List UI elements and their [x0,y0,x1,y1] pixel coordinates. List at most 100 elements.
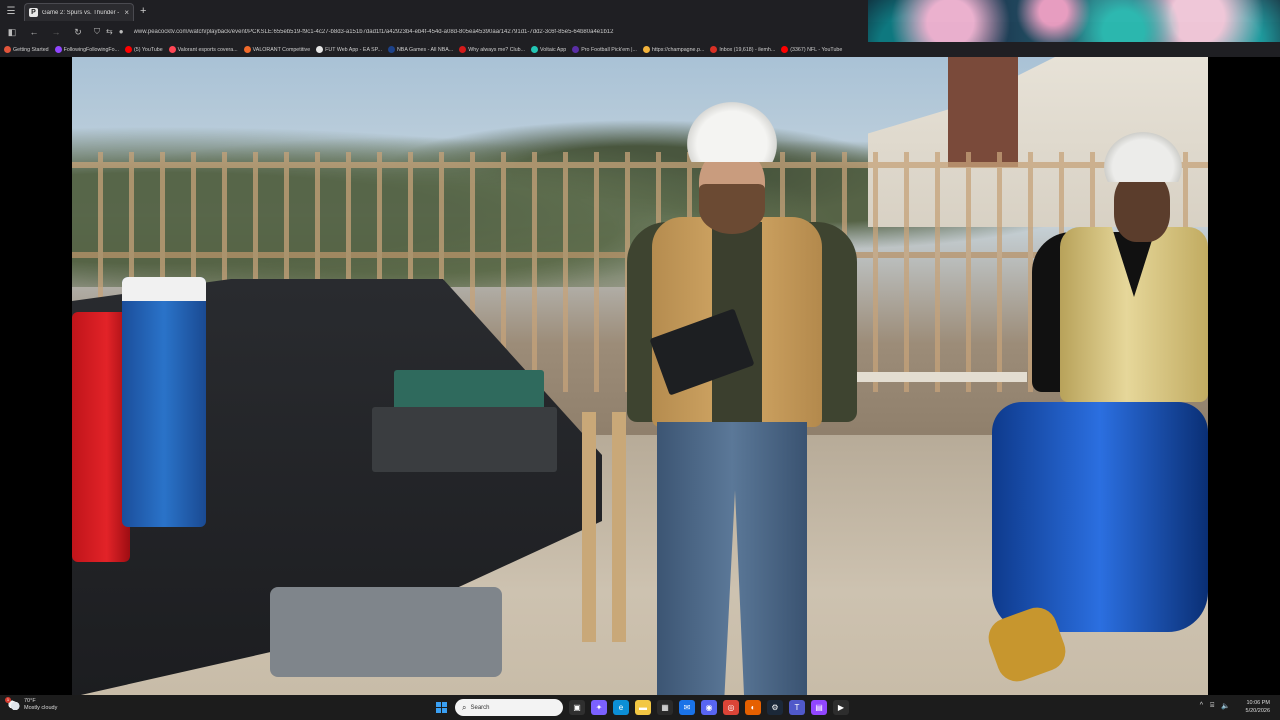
worker-with-clipboard [627,102,857,695]
water-cooler [122,277,206,527]
dancer-face [1114,172,1170,242]
bookmark-item[interactable]: Pro Football Pick'em |... [572,46,637,53]
clock-date: 5/20/2026 [1245,708,1270,714]
bookmark-favicon-icon [243,46,251,53]
pinned-apps: ▣ ✦ e ▬ ▦ ✉ ◉ ◎ ◐ ⚙ T ▤ ▶ [569,700,849,715]
steam-icon[interactable]: ⚙ [767,700,783,715]
clock-time: 10:06 PM [1246,700,1270,706]
shield-icon[interactable]: ⛉ [94,27,100,37]
worker-jeans [657,422,807,695]
bookmark-item[interactable]: Inbox (19,618) - ilemh... [710,46,775,53]
bookmark-favicon-icon [125,46,132,53]
tab-title: Game 2: Spurs vs. Thunder - Pe [42,9,121,16]
back-button[interactable]: ← [28,27,40,37]
task-view-icon[interactable]: ▣ [569,700,585,715]
dancing-worker [982,132,1208,695]
bookmark-favicon-icon [4,46,11,53]
mail-icon[interactable]: ✉ [679,700,695,715]
worker-beard [699,184,765,234]
tray-chevron-icon[interactable]: ^ [1200,702,1203,710]
weather-temperature: 70°F [24,698,36,704]
tool-case [270,587,502,677]
dancer-hard-hat [1104,132,1182,182]
video-player[interactable] [72,57,1208,695]
screen: ☰ P Game 2: Spurs vs. Thunder - Pe × + ◧… [0,0,1280,720]
bookmark-label: VALORANT Competitive [252,46,311,53]
store-icon[interactable]: ▦ [657,700,673,715]
volume-icon[interactable]: 🔈 [1221,702,1230,710]
bookmark-item[interactable]: VALORANT Competitive [243,46,311,53]
bookmark-item[interactable]: FollowingFollowingFo... [54,46,119,53]
bookmark-label: Voltaic App [540,46,567,53]
url-field[interactable]: www.peacocktv.com/watch/playback/event/P… [134,29,734,35]
firefox-icon[interactable]: ◐ [745,700,761,715]
bookmark-item[interactable]: NBA Games - All NBA... [387,46,454,53]
bookmark-label: (3367) NFL - YouTube [790,46,843,53]
windows-start-icon[interactable] [436,702,447,713]
search-icon: ⌕ [462,702,467,712]
network-icon[interactable]: ⌸ [1210,702,1214,710]
bookmark-favicon-icon [459,46,467,53]
tune-icon[interactable]: ⇆ [106,27,113,37]
bookmark-favicon-icon [642,46,650,53]
bookmark-favicon-icon [54,46,62,53]
taskbar-search[interactable]: ⌕ Search [455,699,563,716]
bookmark-item[interactable]: Getting Started [4,46,49,53]
bookmark-label: FUT Web App - EA SP... [325,46,382,53]
system-tray: ^ ⌸ 🔈 [1200,702,1230,710]
bookmark-label: Valorant esports covera... [177,46,238,53]
sidebar-toggle-icon[interactable]: ◧ [6,27,18,38]
reload-button[interactable]: ↻ [72,27,84,38]
weather-text: 70°F Mostly cloudy [24,698,57,712]
bookmark-favicon-icon [572,46,580,53]
terminal-icon[interactable]: ▶ [833,700,849,715]
bookmark-item[interactable]: Valorant esports covera... [168,46,238,53]
bookmark-label: FollowingFollowingFo... [63,46,119,53]
bookmark-label: NBA Games - All NBA... [396,46,454,53]
bookmark-item[interactable]: Why always me? Club... [459,46,525,53]
forward-button[interactable]: → [50,27,62,37]
weather-condition: Mostly cloudy [24,705,58,711]
twitch-icon[interactable]: ▤ [811,700,827,715]
bookmark-favicon-icon [710,46,718,53]
bookmark-label: Getting Started [13,46,49,53]
bookmark-item[interactable]: FUT Web App - EA SP... [316,46,382,53]
site-icon[interactable]: ● [119,27,124,37]
water-cooler-lid [122,277,206,301]
url-security-icons[interactable]: ⛉ ⇆ ● [94,27,124,37]
bookmark-favicon-icon [387,46,395,53]
bookmark-label: (5) YouTube [134,46,163,53]
taskbar: 1 70°F Mostly cloudy ⌕ Search ▣ ✦ e ▬ ▦ ✉ ◉ ◎ ◐ ⚙… [0,695,1280,720]
worker-hard-hat [687,102,777,162]
bookmark-favicon-icon [781,46,789,53]
bookmark-item[interactable]: https://champagne.p... [642,46,705,53]
bookmark-favicon-icon [316,46,324,53]
tab-menu-icon[interactable]: ☰ [0,0,22,22]
discord-icon[interactable]: ◉ [701,700,717,715]
tab-close-icon[interactable]: × [124,8,129,17]
bookmark-label: https://champagne.p... [651,46,705,53]
new-tab-button[interactable]: + [140,5,146,17]
bookmark-favicon-icon [168,46,176,53]
bookmark-favicon-icon [531,46,539,53]
copilot-icon[interactable]: ✦ [591,700,607,715]
gray-toolbox [372,407,557,472]
tab-active[interactable]: P Game 2: Spurs vs. Thunder - Pe × [24,3,134,21]
clock[interactable]: 10:06 PM 5/20/2026 [1246,699,1270,715]
file-explorer-icon[interactable]: ▬ [635,700,651,715]
search-label: Search [470,704,490,711]
address-bar: ◧ ← → ↻ ⛉ ⇆ ● www.peacocktv.com/watch/pl… [0,22,868,42]
chrome-icon[interactable]: ◎ [723,700,739,715]
edge-icon[interactable]: e [613,700,629,715]
bookmark-item[interactable]: (3367) NFL - YouTube [781,46,842,53]
bookmark-label: Pro Football Pick'em |... [581,46,637,53]
weather-widget[interactable]: 1 70°F Mostly cloudy [5,697,57,712]
bookmark-item[interactable]: (5) YouTube [125,46,163,53]
bookmark-label: Why always me? Club... [468,46,526,53]
bookmarks-bar: Getting Started FollowingFollowingFo... (5… [0,42,1280,57]
peacock-favicon-icon: P [29,8,38,17]
bookmark-item[interactable]: Voltaic App [531,46,566,53]
teams-icon[interactable]: T [789,700,805,715]
bookmark-label: Inbox (19,618) - ilemh... [719,46,776,53]
green-toolbox [394,370,544,412]
